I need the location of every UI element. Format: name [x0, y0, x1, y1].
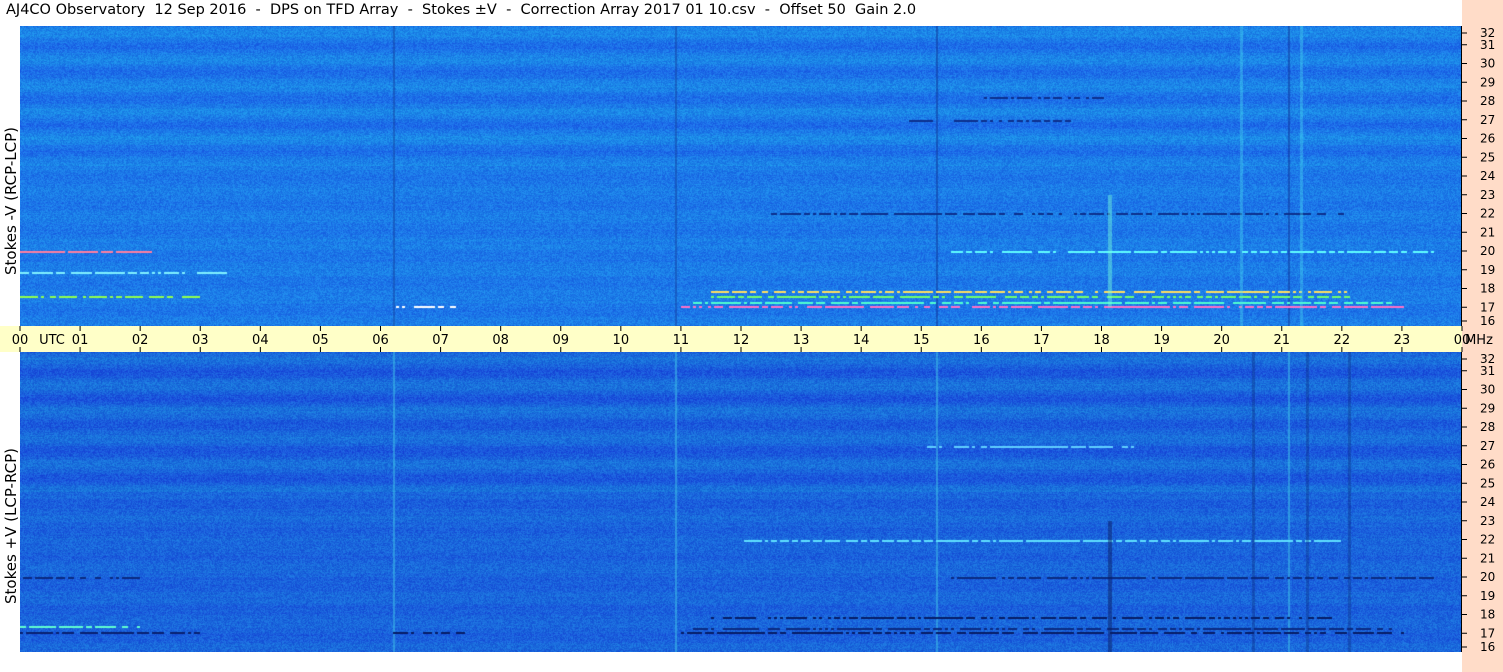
- freq-tick-label: 19: [1480, 589, 1495, 603]
- freq-tick-label: 24: [1480, 169, 1495, 183]
- time-tick-label: UTC: [39, 333, 65, 348]
- time-tick-label: 17: [1033, 333, 1050, 348]
- freq-tick-label: 24: [1480, 495, 1495, 509]
- freq-tick-label: 27: [1480, 439, 1495, 453]
- time-tick-label: 21: [1273, 333, 1290, 348]
- time-tick-label: 11: [673, 333, 690, 348]
- time-tick-label: 18: [1093, 333, 1110, 348]
- time-tick-label: 08: [492, 333, 509, 348]
- freq-tick-label: 31: [1480, 38, 1495, 52]
- freq-tick-label: 29: [1480, 75, 1495, 89]
- freq-tick-label: 26: [1480, 132, 1495, 146]
- freq-tick-label: 22: [1480, 207, 1495, 221]
- time-tick-label: 20: [1213, 333, 1230, 348]
- time-tick-label: 16: [973, 333, 990, 348]
- freq-tick-label: 21: [1480, 225, 1495, 239]
- time-tick-label: 22: [1334, 333, 1351, 348]
- freq-tick-label: 19: [1480, 263, 1495, 277]
- freq-tick-label: 25: [1480, 150, 1495, 164]
- time-tick-label: 19: [1153, 333, 1170, 348]
- freq-tick-label: 20: [1480, 244, 1495, 258]
- time-tick-label: 07: [432, 333, 449, 348]
- freq-tick-label: 28: [1480, 94, 1495, 108]
- freq-tick-label: 17: [1480, 626, 1495, 640]
- axes-overlay: 00 UTC 01 02 03 04 05 06 07 08 09 10 11 12 13 14 15 16 17 1…: [12, 26, 1496, 654]
- time-tick-label: 05: [312, 333, 329, 348]
- freq-tick-label: 21: [1480, 551, 1495, 565]
- freq-tick-label: 18: [1480, 608, 1495, 622]
- time-tick-label: 13: [793, 333, 810, 348]
- time-tick-label: 03: [192, 333, 209, 348]
- freq-tick-label: 31: [1480, 364, 1495, 378]
- time-tick-label: 06: [372, 333, 389, 348]
- freq-tick-label: 27: [1480, 113, 1495, 127]
- freq-tick-label: 18: [1480, 282, 1495, 296]
- freq-tick-label: 16: [1480, 640, 1495, 654]
- time-tick-label: 12: [733, 333, 750, 348]
- freq-tick-label: 26: [1480, 458, 1495, 472]
- freq-tick-label: 17: [1480, 300, 1495, 314]
- time-tick-label: 23: [1394, 333, 1411, 348]
- freq-tick-label: 16: [1480, 314, 1495, 328]
- time-tick-label: 00: [12, 333, 29, 348]
- freq-tick-label: 29: [1480, 401, 1495, 415]
- time-tick-label: 14: [853, 333, 870, 348]
- time-tick-label: 01: [72, 333, 89, 348]
- freq-tick-label: 28: [1480, 420, 1495, 434]
- freq-tick-label: 22: [1480, 533, 1495, 547]
- freq-tick-label: 30: [1480, 57, 1495, 71]
- time-tick-label: 09: [552, 333, 569, 348]
- time-tick-label: 04: [252, 333, 269, 348]
- time-tick-label: 10: [613, 333, 630, 348]
- time-tick-label: 15: [913, 333, 930, 348]
- freq-tick-label: 25: [1480, 476, 1495, 490]
- time-tick-label: MHz: [1465, 333, 1493, 348]
- freq-tick-label: 23: [1480, 188, 1495, 202]
- freq-tick-label: 23: [1480, 514, 1495, 528]
- freq-tick-label: 30: [1480, 383, 1495, 397]
- time-tick-label: 02: [132, 333, 149, 348]
- freq-tick-label: 20: [1480, 570, 1495, 584]
